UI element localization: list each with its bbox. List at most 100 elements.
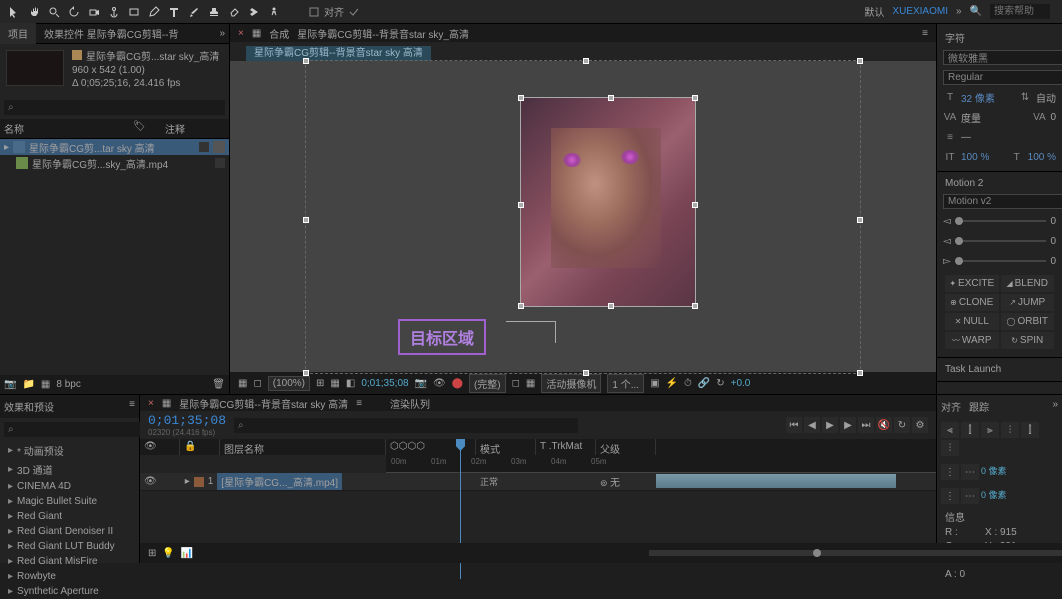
switches-col[interactable]: ⬡⬡⬡⬡ xyxy=(390,441,425,452)
effect-category[interactable]: ▸* 动画预设 xyxy=(0,441,139,460)
pixel-aspect-icon[interactable]: ▣ xyxy=(650,378,659,389)
new-comp-icon[interactable]: ▦ xyxy=(41,379,50,390)
effects-title[interactable]: 效果和预设 xyxy=(4,399,54,414)
panel-menu-icon[interactable]: » xyxy=(1052,399,1058,414)
play-button[interactable]: ▶ xyxy=(822,417,838,433)
tag-color[interactable] xyxy=(215,158,225,168)
help-search-input[interactable] xyxy=(990,4,1050,19)
effect-controls-tab[interactable]: 效果控件 星际争霸CG剪辑--背 xyxy=(36,23,186,44)
motion-panel-title[interactable]: Motion 2 xyxy=(941,176,1058,191)
align-bottom-button[interactable]: ⫶ xyxy=(941,440,959,456)
slider-left-icon[interactable]: ◅ xyxy=(943,216,951,227)
new-folder-icon[interactable]: 📁 xyxy=(22,379,34,390)
align-right-button[interactable]: ⫸ xyxy=(981,422,999,438)
track-tab[interactable]: 跟踪 xyxy=(969,399,989,414)
layer-name-col[interactable]: 图层名称 xyxy=(220,439,386,455)
timeline-search-input[interactable] xyxy=(234,418,578,433)
selection-tool-icon[interactable] xyxy=(4,2,24,22)
eraser-tool-icon[interactable] xyxy=(224,2,244,22)
handle[interactable] xyxy=(518,303,524,309)
transparency-icon[interactable]: ▦ xyxy=(330,378,339,389)
grid-icon[interactable]: ▦ xyxy=(238,378,247,389)
excite-button[interactable]: ✦ EXCITE xyxy=(945,275,999,292)
motion-preset-dropdown[interactable] xyxy=(943,194,1062,209)
zoom-tool-icon[interactable] xyxy=(44,2,64,22)
handle[interactable] xyxy=(583,370,589,376)
null-button[interactable]: ✕ NULL xyxy=(945,313,999,330)
panel-menu-icon[interactable]: » xyxy=(215,28,229,39)
mute-button[interactable]: 🔇 xyxy=(876,417,892,433)
rotate-tool-icon[interactable] xyxy=(64,2,84,22)
exposure-value[interactable]: +0.0 xyxy=(731,378,751,389)
handle[interactable] xyxy=(857,370,863,376)
effect-category[interactable]: ▸Magic Bullet Suite xyxy=(0,494,139,509)
handle[interactable] xyxy=(518,95,524,101)
flowchart-icon[interactable]: 🔗 xyxy=(698,378,710,389)
lock-icon[interactable]: × xyxy=(238,28,244,39)
stamp-tool-icon[interactable] xyxy=(204,2,224,22)
roi-icon[interactable]: ◻ xyxy=(512,378,520,389)
align-vcenter-button[interactable]: ⫿ xyxy=(1021,422,1039,438)
layer-parent[interactable]: ⊚ 无 xyxy=(596,474,656,489)
font-family-dropdown[interactable] xyxy=(943,50,1062,65)
viewer-time[interactable]: 0;01;35;08 xyxy=(361,378,408,389)
snapshot-icon[interactable]: 📷 xyxy=(415,378,427,389)
handle[interactable] xyxy=(518,202,524,208)
workspace-label[interactable]: 默认 xyxy=(864,4,884,19)
handle[interactable] xyxy=(857,58,863,64)
handle[interactable] xyxy=(692,202,698,208)
clone-button[interactable]: ⊕ CLONE xyxy=(945,294,999,311)
handle[interactable] xyxy=(303,58,309,64)
bpc-label[interactable]: 8 bpc xyxy=(56,379,80,390)
align-left-button[interactable]: ⫷ xyxy=(941,422,959,438)
eye-col-icon[interactable]: 👁 xyxy=(144,441,157,452)
snap-option-icon[interactable] xyxy=(344,2,364,22)
fast-preview-icon[interactable]: ⚡ xyxy=(666,378,678,389)
views-dropdown[interactable]: 1 个... xyxy=(607,374,644,393)
comp-name-tab[interactable]: 星际争霸CG剪辑--背景音star sky_高清 xyxy=(297,26,469,41)
project-tab[interactable]: 项目 xyxy=(0,23,36,44)
snap-toggle-icon[interactable] xyxy=(304,2,324,22)
asset-row[interactable]: 星际争霸CG剪...sky_高清.mp4 xyxy=(0,155,229,171)
effect-category[interactable]: ▸CINEMA 4D xyxy=(0,479,139,494)
effect-category[interactable]: ▸Rowbyte xyxy=(0,569,139,584)
slider-left-icon[interactable]: ◅ xyxy=(943,236,951,247)
col-comment-header[interactable]: 注释 xyxy=(165,121,225,136)
puppet-tool-icon[interactable] xyxy=(264,2,284,22)
handle[interactable] xyxy=(608,95,614,101)
warp-button[interactable]: 〰 WARP xyxy=(945,332,999,349)
interpret-icon[interactable]: 📷 xyxy=(4,379,16,390)
layer-mode[interactable]: 正常 xyxy=(476,475,536,488)
handle[interactable] xyxy=(303,217,309,223)
jump-button[interactable]: ↗ JUMP xyxy=(1001,294,1055,311)
lock-icon[interactable]: × xyxy=(148,398,154,409)
spin-button[interactable]: ↻ SPIN xyxy=(1001,332,1055,349)
orbit-button[interactable]: ◯ ORBIT xyxy=(1001,313,1055,330)
effect-category[interactable]: ▸Red Giant xyxy=(0,509,139,524)
timeline-ruler[interactable]: 00m 01m 02m 03m 04m 05m xyxy=(386,455,936,473)
character-panel-title[interactable]: 字符 xyxy=(941,28,1058,47)
text-tool-icon[interactable] xyxy=(164,2,184,22)
handle[interactable] xyxy=(857,217,863,223)
effect-category[interactable]: ▸Red Giant LUT Buddy xyxy=(0,539,139,554)
handle[interactable] xyxy=(692,303,698,309)
dist-h2-button[interactable]: ⋮ xyxy=(941,488,959,504)
task-launch-title[interactable]: Task Launch xyxy=(941,362,1058,377)
graph-editor-icon[interactable]: 📊 xyxy=(181,548,193,559)
asset-row[interactable]: ▸ 星际争霸CG剪...tar sky 高清 xyxy=(0,139,229,155)
vscale-value[interactable]: 100 % xyxy=(961,152,989,163)
timeline-layer[interactable]: 👁 ▸ 1 [星际争霸CG..._高清.mp4] 正常 ⊚ 无 xyxy=(140,473,936,491)
current-timecode[interactable]: 0;01;35;08 xyxy=(148,413,226,428)
show-snapshot-icon[interactable]: 👁 xyxy=(433,378,446,389)
handle[interactable] xyxy=(303,370,309,376)
align-tab[interactable]: 对齐 xyxy=(941,399,961,414)
slider-left-icon[interactable]: ▻ xyxy=(943,256,951,267)
exposure-reset-icon[interactable]: ↻ xyxy=(716,378,724,389)
roto-tool-icon[interactable] xyxy=(244,2,264,22)
tracking-value[interactable]: 0 xyxy=(1050,112,1056,123)
toggle-switches-icon[interactable]: ⊞ xyxy=(148,548,156,559)
dist-value-1[interactable]: 0 像素 xyxy=(981,464,1007,480)
col-name-header[interactable]: 名称 xyxy=(4,121,133,136)
effect-category[interactable]: ▸3D 通道 xyxy=(0,460,139,479)
info-panel-title[interactable]: 信息 xyxy=(945,512,1054,526)
